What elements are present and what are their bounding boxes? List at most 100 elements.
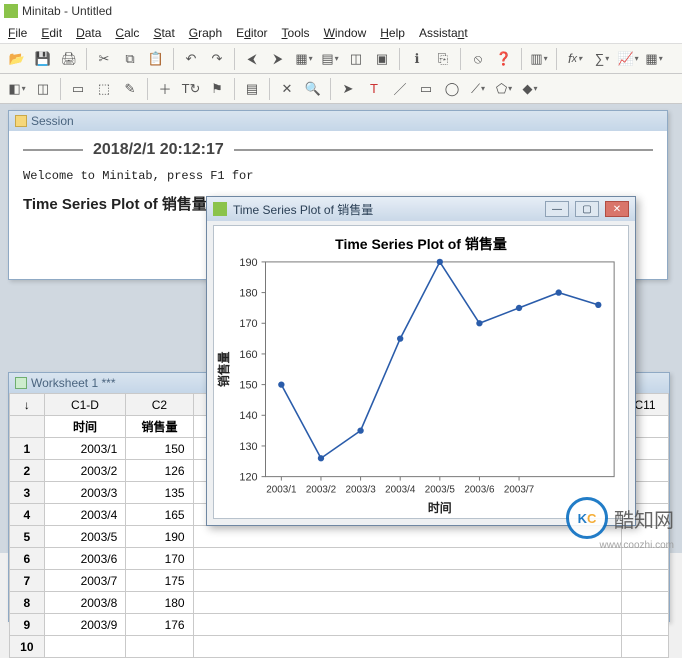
row-number[interactable]: 2	[10, 460, 45, 482]
cell-sales[interactable]: 190	[126, 526, 193, 548]
menu-calc[interactable]: Calc	[115, 26, 139, 40]
row-number[interactable]: 4	[10, 504, 45, 526]
project-manager-button[interactable]: ▣	[371, 48, 393, 70]
brush-tool-button[interactable]: ✎	[119, 78, 141, 100]
fx-button[interactable]: fx	[563, 48, 587, 70]
circle-tool-button[interactable]: ◯	[441, 78, 463, 100]
subheader-time[interactable]: 时间	[44, 416, 126, 438]
cell-time[interactable]: 2003/6	[44, 548, 126, 570]
chart-window-header[interactable]: Time Series Plot of 销售量 — ▢ ✕	[207, 197, 635, 221]
cancel-button[interactable]: ⦸	[467, 48, 489, 70]
row-number[interactable]: 9	[10, 614, 45, 636]
format-button[interactable]: ▥	[528, 48, 550, 70]
cell-sales[interactable]: 176	[126, 614, 193, 636]
table-row[interactable]: 7 2003/7 175	[10, 570, 669, 592]
row-number[interactable]: 3	[10, 482, 45, 504]
more-tool-button[interactable]: ▦	[643, 48, 665, 70]
zoom-button[interactable]: 🔍	[302, 78, 324, 100]
marker-tool-button[interactable]: ◆	[519, 78, 541, 100]
text-rotate-button[interactable]: T↻	[180, 78, 202, 100]
cell-time[interactable]: 2003/4	[44, 504, 126, 526]
chart-window[interactable]: Time Series Plot of 销售量 — ▢ ✕ Time Serie…	[206, 196, 636, 526]
edit-mode-button[interactable]: ◫	[32, 78, 54, 100]
cell-sales[interactable]: 135	[126, 482, 193, 504]
paste-button[interactable]: 📋	[145, 48, 167, 70]
minimize-button[interactable]: —	[545, 201, 569, 217]
menu-window[interactable]: Window	[324, 26, 367, 40]
graph-window-button[interactable]: ◫	[345, 48, 367, 70]
row-number[interactable]: 7	[10, 570, 45, 592]
select-tool-button[interactable]: ⬚	[93, 78, 115, 100]
cell-sales[interactable]: 170	[126, 548, 193, 570]
cell-sales[interactable]: 180	[126, 592, 193, 614]
cut-button[interactable]: ✂	[93, 48, 115, 70]
stats-button[interactable]: ∑	[591, 48, 613, 70]
row-number[interactable]: 6	[10, 548, 45, 570]
cell-time[interactable]: 2003/3	[44, 482, 126, 504]
polyline-tool-button[interactable]: ⟋	[467, 78, 489, 100]
session-window-button[interactable]: ▦	[293, 48, 315, 70]
menu-graph[interactable]: Graph	[189, 26, 222, 40]
copy-button[interactable]: ⧉	[119, 48, 141, 70]
print-button[interactable]: 🖨	[58, 48, 80, 70]
chart-tool-button[interactable]: 📈	[617, 48, 639, 70]
cell-sales[interactable]: 126	[126, 460, 193, 482]
cell-sales[interactable]: 175	[126, 570, 193, 592]
table-row[interactable]: 6 2003/6 170	[10, 548, 669, 570]
table-row[interactable]: 9 2003/9 176	[10, 614, 669, 636]
session-window-header[interactable]: Session	[9, 111, 667, 131]
flag-tool-button[interactable]: ⚑	[206, 78, 228, 100]
cell-time[interactable]	[44, 636, 126, 658]
nav-next-button[interactable]: ⮞	[267, 48, 289, 70]
cell-time[interactable]: 2003/1	[44, 438, 126, 460]
open-button[interactable]: 📂	[6, 48, 28, 70]
table-row[interactable]: 8 2003/8 180	[10, 592, 669, 614]
menu-stat[interactable]: Stat	[153, 26, 174, 40]
nav-prev-button[interactable]: ⮜	[241, 48, 263, 70]
close-button[interactable]: ✕	[605, 201, 629, 217]
help-button[interactable]: ❓	[493, 48, 515, 70]
cell-sales[interactable]	[126, 636, 193, 658]
cell-sales[interactable]: 150	[126, 438, 193, 460]
menu-edit[interactable]: Edit	[41, 26, 62, 40]
cell-time[interactable]: 2003/7	[44, 570, 126, 592]
close-panel-button[interactable]: ✕	[276, 78, 298, 100]
menu-data[interactable]: Data	[76, 26, 101, 40]
rect-tool-button[interactable]: ▭	[415, 78, 437, 100]
palette-button[interactable]: ◧	[6, 78, 28, 100]
col-header-c1[interactable]: C1-D	[44, 394, 126, 416]
undo-button[interactable]: ↶	[180, 48, 202, 70]
row-number[interactable]: 5	[10, 526, 45, 548]
save-button[interactable]: 💾	[32, 48, 54, 70]
menu-help[interactable]: Help	[380, 26, 405, 40]
row-number[interactable]: 1	[10, 438, 45, 460]
cell-time[interactable]: 2003/9	[44, 614, 126, 636]
row-number[interactable]: 8	[10, 592, 45, 614]
maximize-button[interactable]: ▢	[575, 201, 599, 217]
cell-time[interactable]: 2003/8	[44, 592, 126, 614]
assistant-button[interactable]: ⎘	[432, 48, 454, 70]
table-row[interactable]: 10	[10, 636, 669, 658]
cell-time[interactable]: 2003/5	[44, 526, 126, 548]
menu-file[interactable]: File	[8, 26, 27, 40]
line-tool-button[interactable]: ／	[389, 78, 411, 100]
rowcol-arrow[interactable]: ↓	[10, 394, 45, 416]
cell-sales[interactable]: 165	[126, 504, 193, 526]
subheader-sales[interactable]: 销售量	[126, 416, 193, 438]
pointer-icon[interactable]: ▭	[67, 78, 89, 100]
menu-tools[interactable]: Tools	[282, 26, 310, 40]
col-header-c2[interactable]: C2	[126, 394, 193, 416]
chart-plot-area[interactable]: Time Series Plot of 销售量 1201301401501601…	[213, 225, 629, 519]
worksheet-window-button[interactable]: ▤	[319, 48, 341, 70]
menu-editor[interactable]: Editor	[236, 26, 267, 40]
redo-button[interactable]: ↷	[206, 48, 228, 70]
show-info-button[interactable]: ℹ	[406, 48, 428, 70]
layers-button[interactable]: ▤	[241, 78, 263, 100]
row-number[interactable]: 10	[10, 636, 45, 658]
text-tool-button[interactable]: T	[363, 78, 385, 100]
pointer2-button[interactable]: ➤	[337, 78, 359, 100]
crosshair-tool-button[interactable]: ＋	[154, 78, 176, 100]
polygon-tool-button[interactable]: ⬠	[493, 78, 515, 100]
cell-time[interactable]: 2003/2	[44, 460, 126, 482]
menu-assistant[interactable]: Assistant	[419, 26, 468, 40]
